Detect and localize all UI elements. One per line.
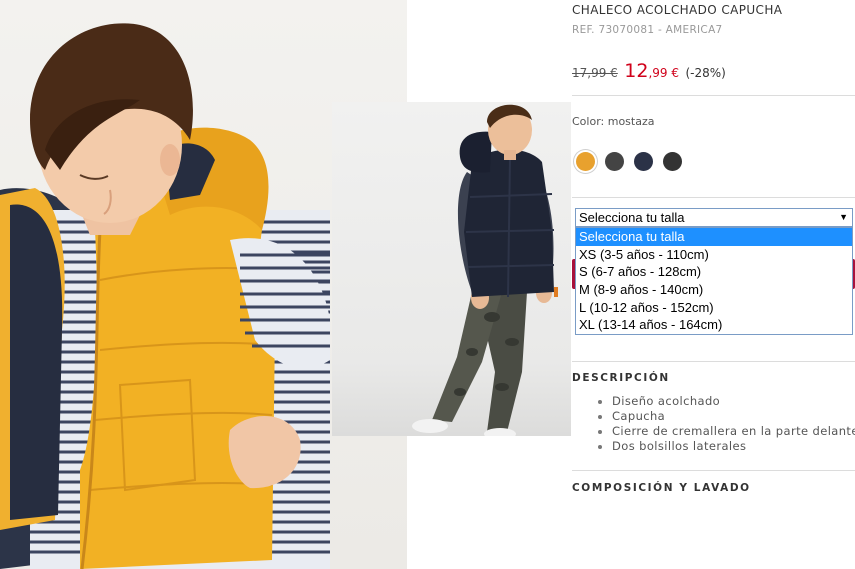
description-item: Cierre de cremallera en la parte delante… <box>596 424 855 439</box>
boy-navy-vest-illustration <box>412 104 558 436</box>
divider <box>572 197 855 198</box>
color-swatch-black[interactable] <box>663 152 682 171</box>
color-swatch-navy[interactable] <box>634 152 653 171</box>
color-swatches <box>576 152 682 171</box>
product-page: CHALECO ACOLCHADO CAPUCHA REF. 73070081 … <box>0 0 855 569</box>
product-reference: REF. 73070081 - AMERICA7 <box>572 24 723 36</box>
product-photo-secondary[interactable] <box>332 102 571 436</box>
description-item: Capucha <box>596 409 855 424</box>
color-swatch-mostaza[interactable] <box>576 152 595 171</box>
old-price: 17,99 € <box>572 66 618 80</box>
size-option[interactable]: Selecciona tu talla <box>576 228 852 246</box>
chevron-down-icon[interactable]: ▼ <box>839 209 848 226</box>
description-heading[interactable]: DESCRIPCIÓN <box>572 372 670 384</box>
size-dropdown-list: Selecciona tu talla XS (3-5 años - 110cm… <box>575 227 853 336</box>
composition-heading[interactable]: COMPOSICIÓN Y LAVADO <box>572 482 751 494</box>
size-option[interactable]: XS (3-5 años - 110cm) <box>576 246 852 264</box>
discount-percentage: (-28%) <box>685 66 726 80</box>
divider <box>572 361 855 362</box>
size-option[interactable]: M (8-9 años - 140cm) <box>576 281 852 299</box>
product-info-panel: CHALECO ACOLCHADO CAPUCHA REF. 73070081 … <box>572 0 855 569</box>
divider <box>572 470 855 471</box>
color-swatch-dark-grey[interactable] <box>605 152 624 171</box>
product-title: CHALECO ACOLCHADO CAPUCHA <box>572 3 783 17</box>
size-option[interactable]: S (6-7 años - 128cm) <box>576 263 852 281</box>
price-row: 17,99 € 12,99 € (-28%) <box>572 60 726 82</box>
divider <box>572 95 855 96</box>
size-select[interactable]: Selecciona tu talla ▼ <box>575 208 853 227</box>
description-list: Diseño acolchado Capucha Cierre de crema… <box>596 394 855 454</box>
size-select-value: Selecciona tu talla <box>579 210 685 225</box>
sale-price-decimals: ,99 € <box>648 66 679 80</box>
color-label: Color: mostaza <box>572 115 655 128</box>
sale-price-integer: 12 <box>624 60 649 82</box>
size-option[interactable]: L (10-12 años - 152cm) <box>576 299 852 317</box>
size-option[interactable]: XL (13-14 años - 164cm) <box>576 316 852 334</box>
description-item: Dos bolsillos laterales <box>596 439 855 454</box>
description-item: Diseño acolchado <box>596 394 855 409</box>
